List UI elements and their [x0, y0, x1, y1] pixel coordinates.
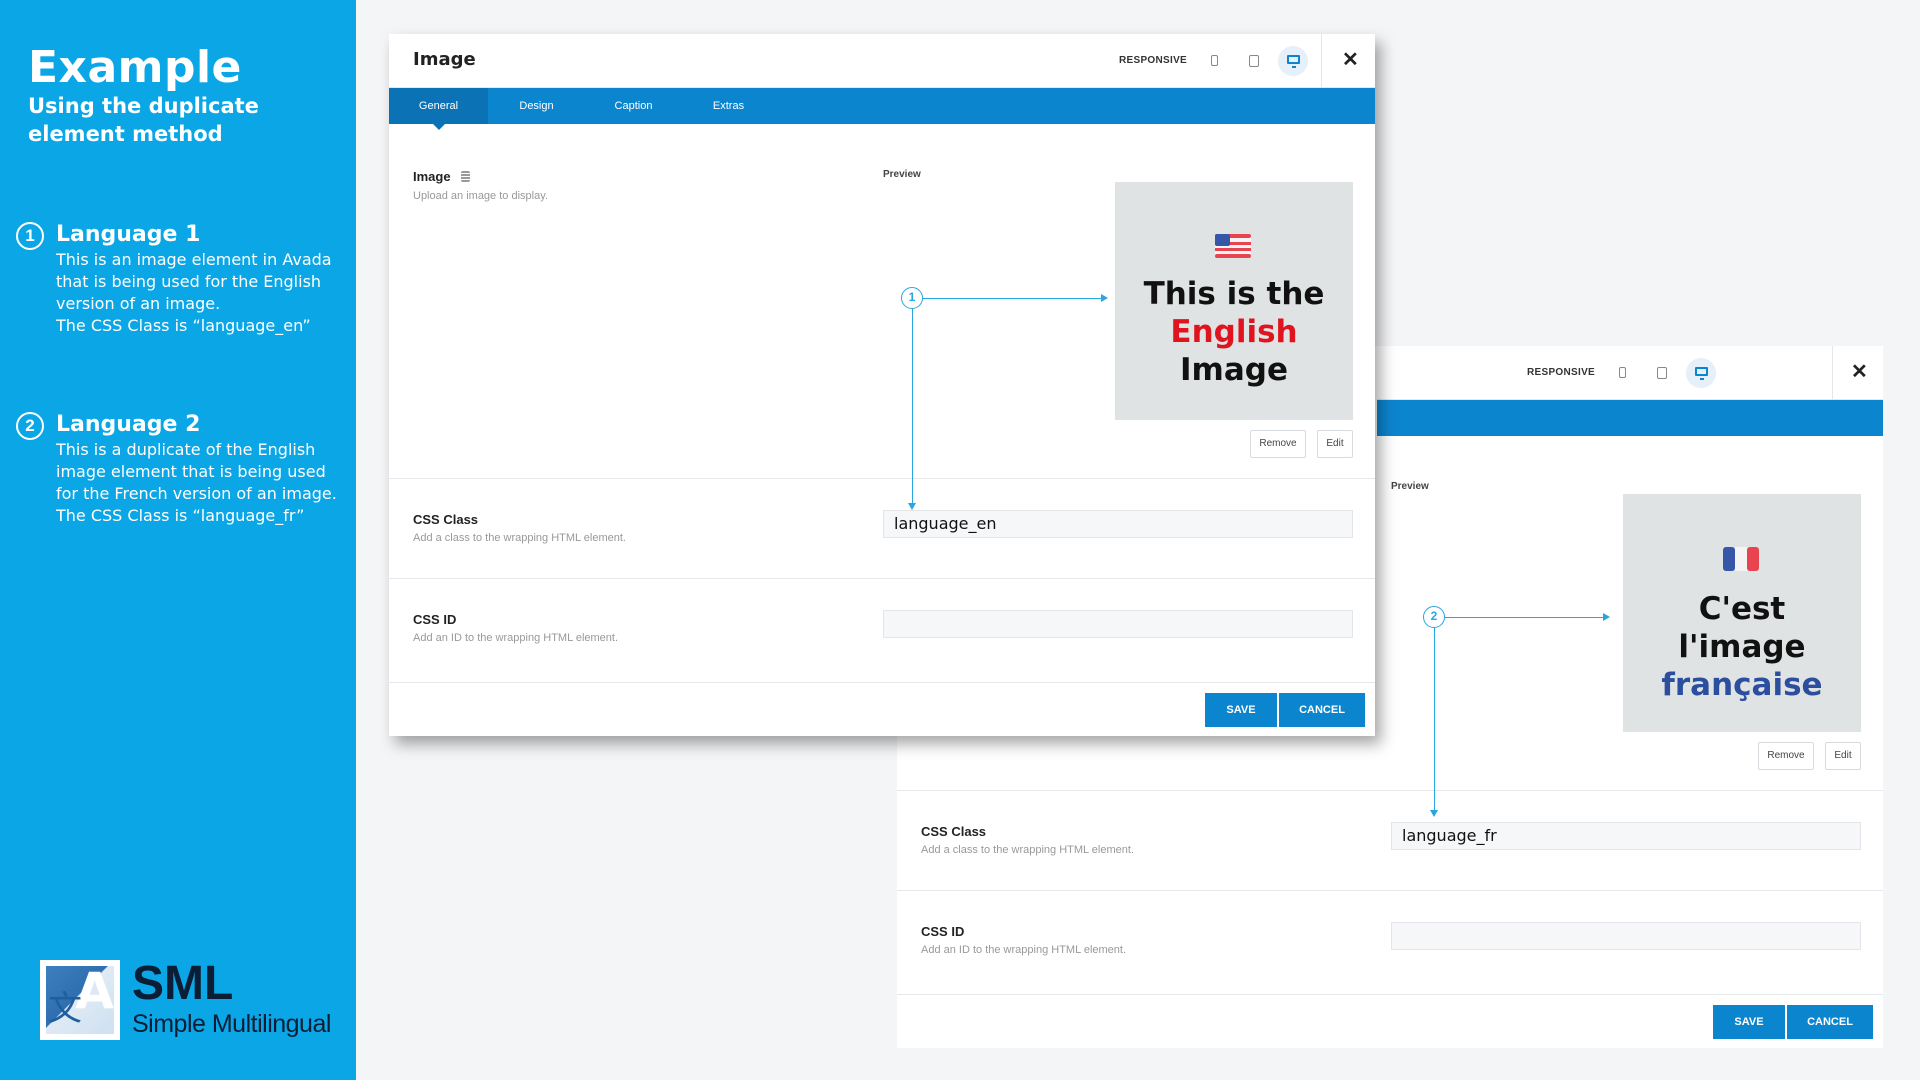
css-id-input[interactable]: [883, 610, 1353, 638]
css-class-label: CSS Class: [921, 824, 987, 839]
edit-button[interactable]: Edit: [1317, 430, 1353, 458]
image-preview-english: This is the English Image: [1115, 182, 1353, 420]
save-button[interactable]: SAVE: [1713, 1005, 1785, 1039]
close-icon[interactable]: ✕: [1851, 359, 1868, 384]
responsive-label: RESPONSIVE: [1527, 367, 1596, 378]
step-number: 2: [16, 412, 44, 440]
annotation-line: [912, 298, 1102, 299]
css-class-help: Add a class to the wrapping HTML element…: [921, 844, 1134, 856]
css-class-label: CSS Class: [413, 512, 479, 527]
edit-button[interactable]: Edit: [1825, 742, 1861, 770]
css-id-input[interactable]: [1391, 922, 1861, 950]
desktop-icon[interactable]: [1278, 46, 1308, 76]
step-description: This is a duplicate of the English image…: [56, 439, 346, 527]
annotation-line: [1434, 617, 1435, 810]
step-line: This is a duplicate of the English: [56, 440, 316, 459]
step-description: This is an image element in Avada that i…: [56, 249, 346, 337]
sidebar-title: Example: [28, 42, 242, 93]
preview-line: C'est: [1698, 591, 1786, 627]
preview-line: française: [1661, 667, 1823, 703]
annotation-line: [1434, 617, 1604, 618]
sml-logo: A 文 SML Simple Multilingual: [40, 957, 340, 1040]
logo-name: SML: [132, 957, 234, 1010]
annotation-line: [912, 298, 913, 504]
css-id-help: Add an ID to the wrapping HTML element.: [921, 944, 1127, 956]
image-dialog-english: Image RESPONSIVE ✕ General Design Captio…: [389, 34, 1375, 736]
image-field-label: Image: [413, 169, 470, 184]
step-line: The CSS Class is “language_fr”: [56, 506, 305, 525]
mobile-icon[interactable]: [1199, 46, 1229, 76]
css-class-input[interactable]: language_en: [883, 510, 1353, 538]
tab-bar: General Design Caption Extras: [389, 88, 1375, 130]
annotation-marker-1: 1: [901, 287, 923, 309]
save-button[interactable]: SAVE: [1205, 693, 1277, 727]
step-line: that is being used for the English: [56, 272, 322, 291]
france-flag-icon: [1723, 547, 1759, 571]
step-title: Language 1: [56, 222, 201, 247]
close-icon[interactable]: ✕: [1342, 47, 1359, 72]
logo-tagline: Simple Multilingual: [132, 1010, 331, 1038]
css-class-input[interactable]: language_fr: [1391, 822, 1861, 850]
annotation-arrow: [1430, 810, 1438, 817]
remove-button[interactable]: Remove: [1250, 430, 1306, 458]
tab-general[interactable]: General: [389, 88, 488, 130]
logo-mark: A 文: [40, 960, 120, 1040]
responsive-label: RESPONSIVE: [1119, 55, 1188, 66]
sidebar-subtitle: Using the duplicate element method: [28, 94, 259, 146]
us-flag-icon: [1215, 234, 1251, 258]
tab-design[interactable]: Design: [488, 88, 585, 124]
annotation-arrow: [1603, 613, 1610, 621]
preview-line: Image: [1180, 352, 1288, 388]
css-id-label: CSS ID: [413, 612, 457, 627]
annotation-marker-2: 2: [1423, 606, 1445, 628]
step-line: version of an image.: [56, 294, 221, 313]
cancel-button[interactable]: CANCEL: [1279, 693, 1365, 727]
step-line: image element that is being used: [56, 462, 326, 481]
tab-bar: [1377, 400, 1883, 436]
preview-line: This is the: [1143, 276, 1325, 312]
annotation-arrow: [908, 503, 916, 510]
css-id-label: CSS ID: [921, 924, 965, 939]
desktop-icon[interactable]: [1686, 358, 1716, 388]
image-field-help: Upload an image to display.: [413, 190, 548, 202]
dialog-header: RESPONSIVE ✕: [1377, 346, 1883, 400]
step-line: The CSS Class is “language_en”: [56, 316, 311, 335]
tablet-icon[interactable]: [1647, 358, 1677, 388]
image-preview-french: C'est l'image française: [1623, 494, 1861, 732]
step-number: 1: [16, 222, 44, 250]
remove-button[interactable]: Remove: [1758, 742, 1814, 770]
dialog-header: Image RESPONSIVE ✕: [389, 34, 1375, 88]
css-class-help: Add a class to the wrapping HTML element…: [413, 532, 626, 544]
step-line: for the French version of an image.: [56, 484, 337, 503]
step-title: Language 2: [56, 412, 201, 437]
mobile-icon[interactable]: [1607, 358, 1637, 388]
preview-line: English: [1170, 314, 1298, 350]
dialog-title: Image: [413, 49, 476, 70]
annotation-arrow: [1101, 294, 1108, 302]
info-sidebar: Example Using the duplicate element meth…: [0, 0, 356, 1080]
css-id-help: Add an ID to the wrapping HTML element.: [413, 632, 619, 644]
preview-label: Preview: [883, 169, 921, 180]
cancel-button[interactable]: CANCEL: [1787, 1005, 1873, 1039]
database-icon[interactable]: [460, 171, 470, 182]
step-line: This is an image element in Avada: [56, 250, 332, 269]
tab-caption[interactable]: Caption: [585, 88, 682, 124]
preview-line: l'image: [1678, 629, 1806, 665]
tab-extras[interactable]: Extras: [682, 88, 775, 124]
tablet-icon[interactable]: [1239, 46, 1269, 76]
preview-label: Preview: [1391, 481, 1429, 492]
